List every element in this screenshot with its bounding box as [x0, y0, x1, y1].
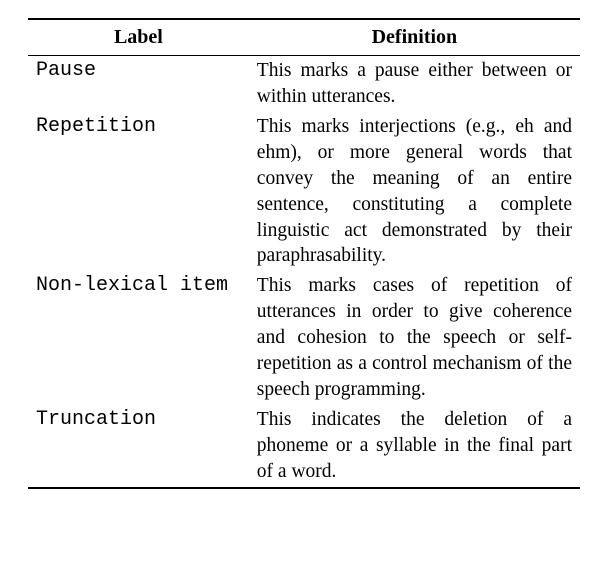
definition-cell: This marks a pause either be­tween or wi…	[249, 56, 580, 112]
label-cell: Non-lexical item	[28, 271, 249, 405]
definitions-table: Label Definition Pause This marks a paus…	[28, 18, 580, 489]
table-row: Truncation This indicates the deletion o…	[28, 405, 580, 488]
header-definition: Definition	[249, 19, 580, 56]
table-row: Repetition This marks interjections (e.g…	[28, 112, 580, 272]
header-label: Label	[28, 19, 249, 56]
label-cell: Repetition	[28, 112, 249, 272]
definition-cell: This indicates the deletion of a phoneme…	[249, 405, 580, 488]
label-cell: Truncation	[28, 405, 249, 488]
table-row: Non-lexical item This marks cases of rep…	[28, 271, 580, 405]
definition-cell: This marks cases of repeti­tion of utter…	[249, 271, 580, 405]
label-cell: Pause	[28, 56, 249, 112]
table-row: Pause This marks a pause either be­tween…	[28, 56, 580, 112]
definition-cell: This marks interjections (e.g., eh and e…	[249, 112, 580, 272]
